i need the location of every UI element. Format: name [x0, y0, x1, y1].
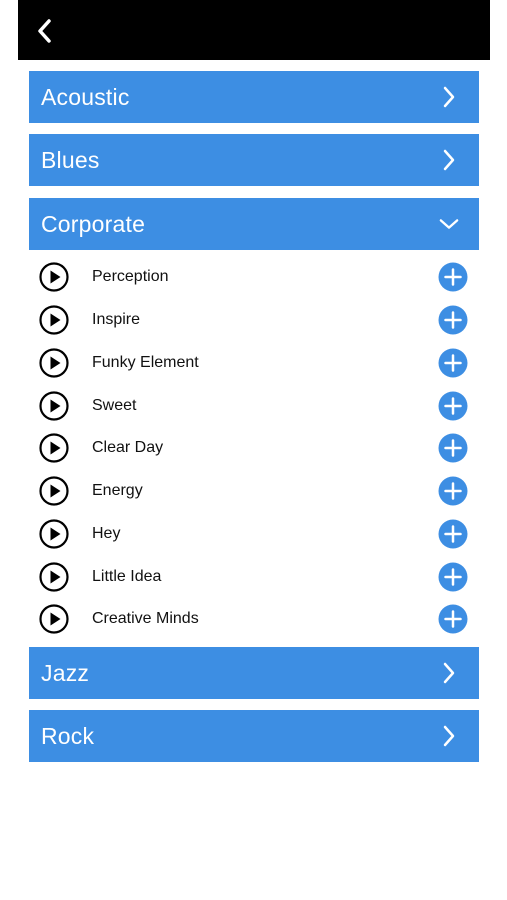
category-corporate[interactable]: Corporate [29, 198, 479, 250]
plus-circle-icon[interactable] [438, 433, 468, 463]
track-name: Clear Day [92, 438, 164, 456]
category-rock[interactable]: Rock [29, 710, 479, 762]
chevron-left-icon [38, 19, 51, 43]
play-circle-icon[interactable] [39, 261, 69, 292]
plus-circle-icon[interactable] [438, 604, 468, 634]
chevron-right-icon [439, 149, 459, 171]
chevron-right-icon [439, 86, 459, 108]
track-row: Funky Element [29, 341, 479, 384]
chevron-down-icon [439, 214, 459, 234]
chevron-right-icon [439, 725, 459, 747]
category-label: Rock [41, 722, 95, 749]
track-name: Funky Element [92, 353, 199, 371]
track-row: Creative Minds [29, 597, 479, 640]
track-name: Sweet [92, 396, 137, 414]
category-blues[interactable]: Blues [29, 134, 479, 186]
track-name: Little Idea [92, 567, 162, 585]
play-circle-icon[interactable] [39, 390, 69, 421]
chevron-right-icon [439, 662, 459, 684]
back-button[interactable] [28, 14, 62, 48]
play-circle-icon[interactable] [39, 561, 69, 592]
play-circle-icon[interactable] [39, 304, 69, 335]
track-row: Energy [29, 469, 479, 512]
track-name: Perception [92, 267, 169, 285]
category-label: Corporate [41, 210, 146, 237]
category-label: Blues [41, 146, 100, 173]
track-row: Inspire [29, 298, 479, 341]
track-name: Energy [92, 481, 143, 499]
play-circle-icon[interactable] [39, 475, 69, 506]
play-circle-icon[interactable] [39, 518, 69, 549]
track-name: Hey [92, 524, 121, 542]
plus-circle-icon[interactable] [438, 262, 468, 292]
category-label: Acoustic [41, 83, 130, 110]
plus-circle-icon[interactable] [438, 348, 468, 378]
track-row: Perception [29, 255, 479, 298]
track-row: Little Idea [29, 555, 479, 598]
track-name: Inspire [92, 310, 141, 328]
plus-circle-icon[interactable] [438, 562, 468, 592]
category-acoustic[interactable]: Acoustic [29, 71, 479, 123]
plus-circle-icon[interactable] [438, 391, 468, 421]
play-circle-icon[interactable] [39, 603, 69, 634]
track-row: Sweet [29, 384, 479, 427]
track-row: Clear Day [29, 426, 479, 469]
track-name: Creative Minds [92, 609, 199, 627]
plus-circle-icon[interactable] [438, 519, 468, 549]
play-circle-icon[interactable] [39, 432, 69, 463]
category-jazz[interactable]: Jazz [29, 647, 479, 699]
play-circle-icon[interactable] [39, 347, 69, 378]
category-label: Jazz [41, 659, 90, 686]
plus-circle-icon[interactable] [438, 476, 468, 506]
plus-circle-icon[interactable] [438, 305, 468, 335]
track-row: Hey [29, 512, 479, 555]
top-bar [18, 0, 490, 60]
